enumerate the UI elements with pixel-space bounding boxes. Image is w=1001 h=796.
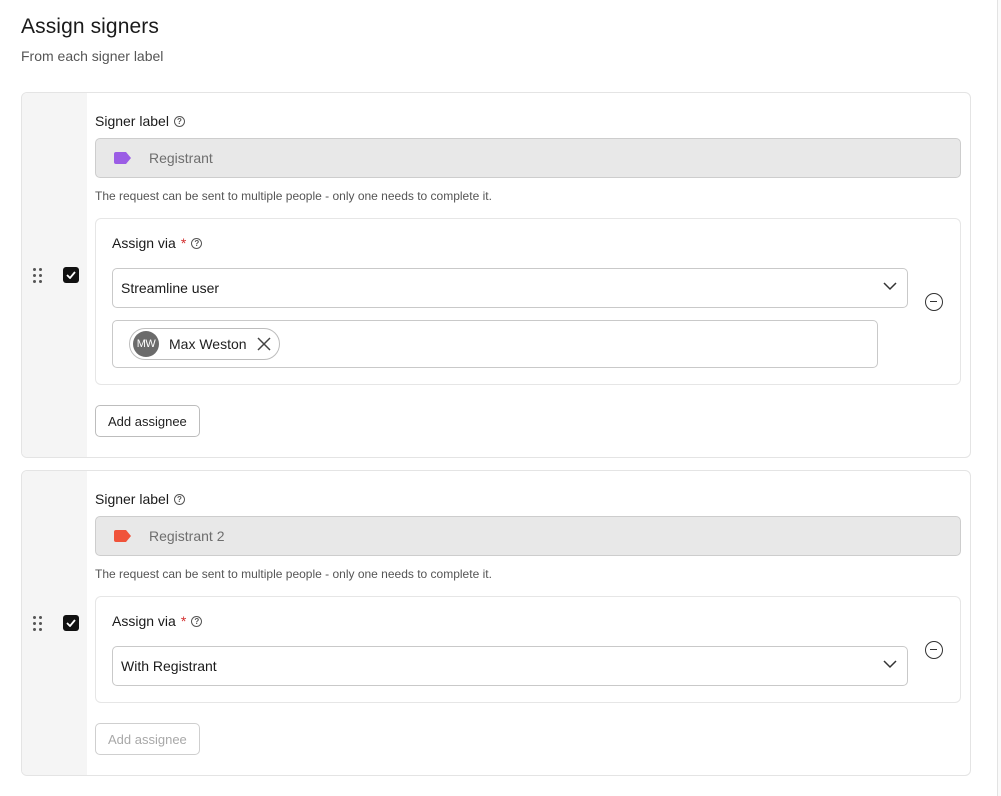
question-circle-icon[interactable]: ? xyxy=(173,493,185,505)
signer-label-value: Registrant 2 xyxy=(149,528,225,544)
page-subtitle: From each signer label xyxy=(21,48,164,64)
assign-via-select[interactable]: Streamline user xyxy=(112,268,908,308)
signer-hint: The request can be sent to multiple peop… xyxy=(95,567,492,581)
question-circle-icon[interactable]: ? xyxy=(173,115,185,127)
chevron-down-icon xyxy=(883,282,897,291)
signer-checkbox[interactable] xyxy=(63,267,79,283)
signer-checkbox[interactable] xyxy=(63,615,79,631)
remove-assignment-button[interactable] xyxy=(925,641,943,659)
signer-label-heading: Signer label ? xyxy=(95,491,185,507)
assign-via-heading: Assign via * ? xyxy=(112,613,203,629)
assignee-name: Max Weston xyxy=(169,336,247,352)
signer-label-heading: Signer label ? xyxy=(95,113,185,129)
check-icon xyxy=(66,271,76,279)
page-title: Assign signers xyxy=(21,15,159,38)
signer-label-value: Registrant xyxy=(149,150,213,166)
signer-label-title: Signer label xyxy=(95,113,169,129)
assignee-picker[interactable]: MW Max Weston xyxy=(112,320,878,368)
assignee-chip: MW Max Weston xyxy=(129,328,280,360)
signer-card: Signer label ? Registrant The request ca… xyxy=(21,92,971,458)
tag-icon xyxy=(114,152,131,164)
signer-card: Signer label ? Registrant 2 The request … xyxy=(21,470,971,776)
question-circle-icon[interactable]: ? xyxy=(191,615,203,627)
check-icon xyxy=(66,619,76,627)
avatar: MW xyxy=(133,331,159,357)
assign-via-select[interactable]: With Registrant xyxy=(112,646,908,686)
drag-handle-icon[interactable] xyxy=(33,616,43,632)
scrollbar-track[interactable] xyxy=(997,0,1001,796)
assign-via-value: With Registrant xyxy=(121,658,217,674)
signer-hint: The request can be sent to multiple peop… xyxy=(95,189,492,203)
assign-via-label: Assign via xyxy=(112,613,176,629)
tag-icon xyxy=(114,530,131,542)
close-icon[interactable] xyxy=(257,337,271,351)
drag-handle-icon[interactable] xyxy=(33,268,43,284)
assign-via-section: Assign via * ? Streamline user MW Max We… xyxy=(95,218,961,385)
required-marker: * xyxy=(180,235,187,251)
signer-label-field[interactable]: Registrant 2 xyxy=(95,516,961,556)
assign-via-section: Assign via * ? With Registrant xyxy=(95,596,961,703)
add-assignee-button[interactable]: Add assignee xyxy=(95,723,200,755)
required-marker: * xyxy=(180,613,187,629)
assign-via-value: Streamline user xyxy=(121,280,220,296)
assign-via-label: Assign via xyxy=(112,235,176,251)
chevron-down-icon xyxy=(883,660,897,669)
signer-label-title: Signer label xyxy=(95,491,169,507)
remove-assignment-button[interactable] xyxy=(925,293,943,311)
question-circle-icon[interactable]: ? xyxy=(191,237,203,249)
assign-via-heading: Assign via * ? xyxy=(112,235,203,251)
signer-label-field[interactable]: Registrant xyxy=(95,138,961,178)
add-assignee-button[interactable]: Add assignee xyxy=(95,405,200,437)
